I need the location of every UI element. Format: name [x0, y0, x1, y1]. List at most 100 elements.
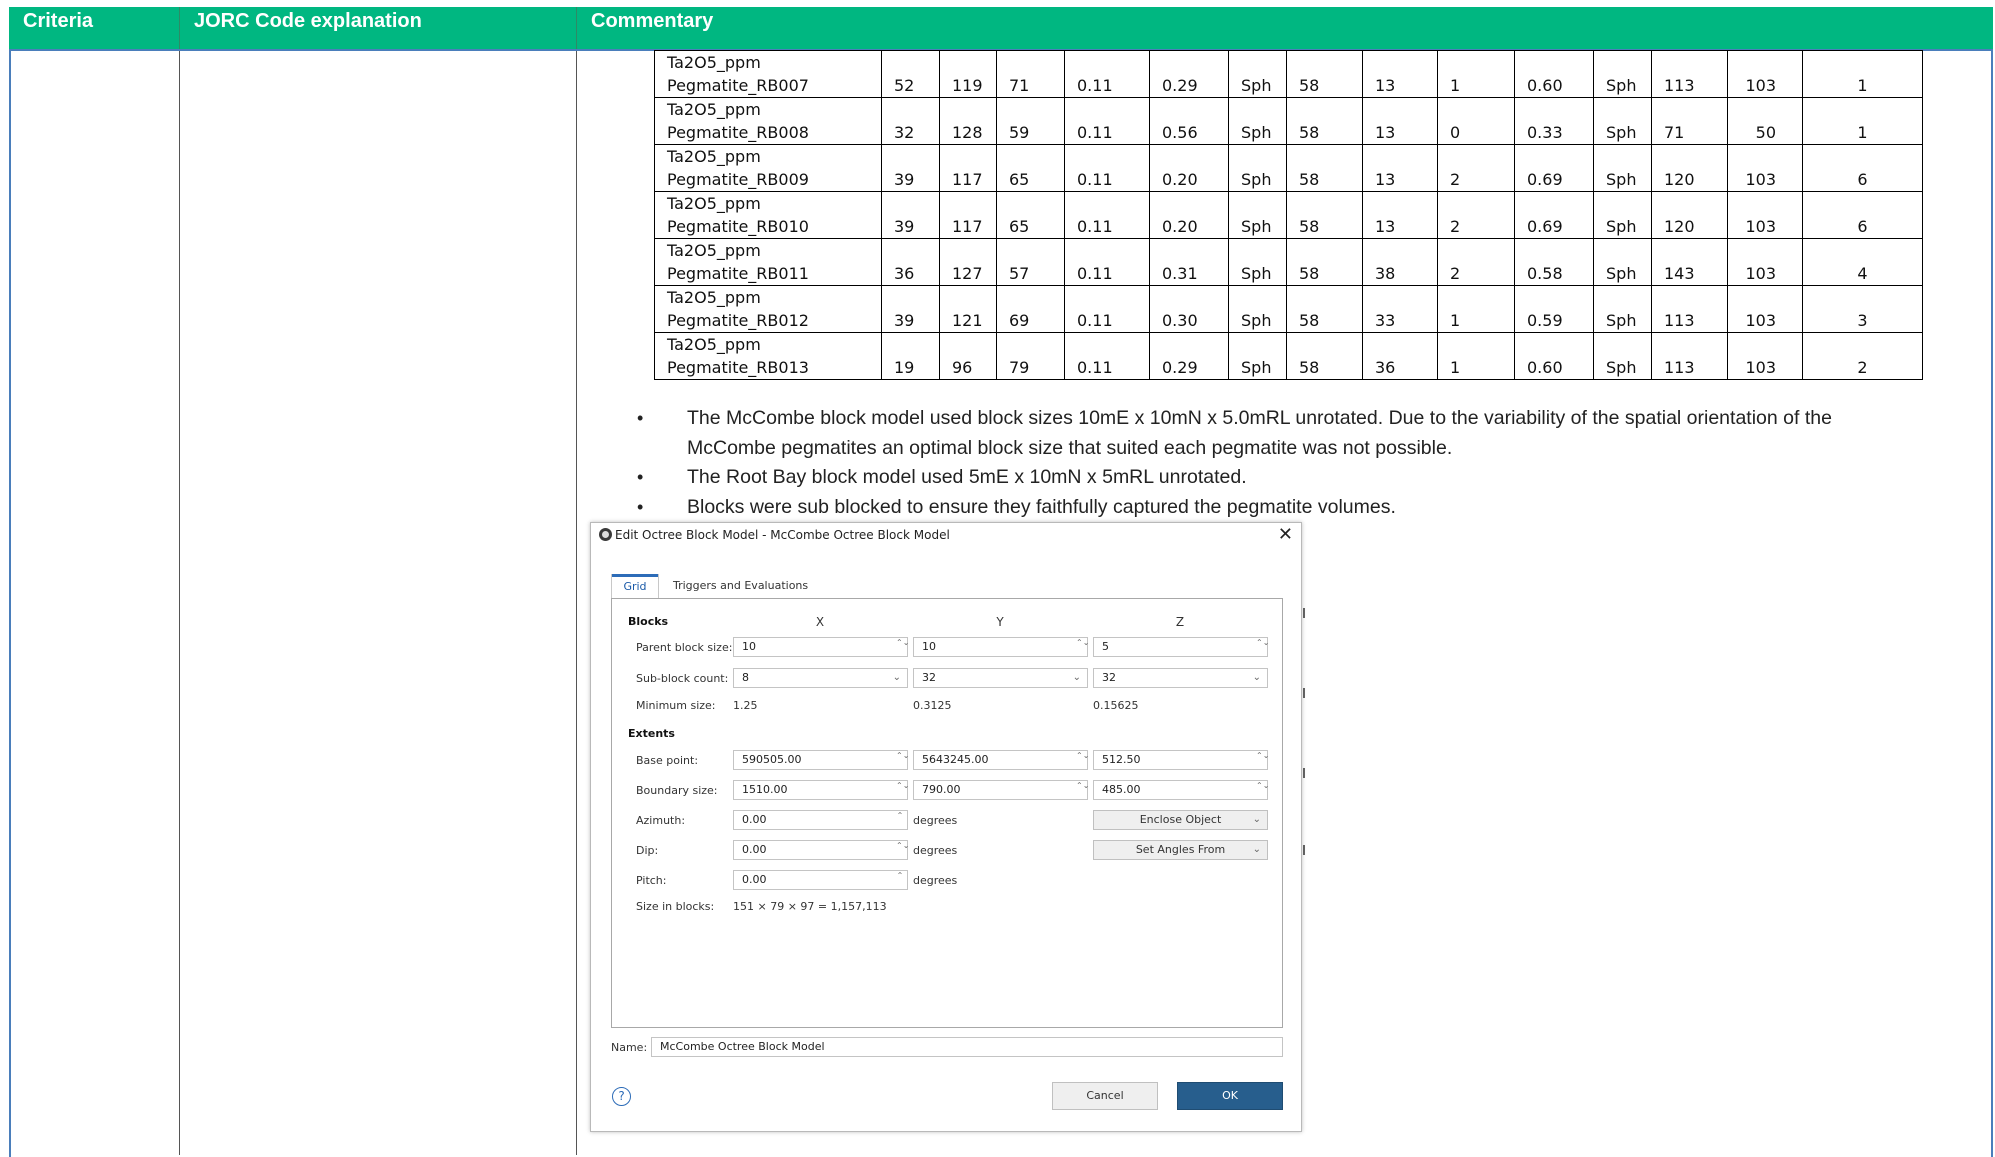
- value: 0.00: [742, 873, 767, 886]
- boundary-size-z[interactable]: 485.00 ⌃⌄: [1093, 780, 1269, 800]
- domain-label: Pegmatite_RB012: [667, 311, 809, 330]
- element-label: Ta2O5_ppm: [667, 53, 761, 72]
- spin-icon[interactable]: ⌃⌄: [1076, 639, 1089, 655]
- tab-grid[interactable]: Grid: [611, 574, 659, 598]
- table-row: Ta2O5_ppm Pegmatite_RB007 52 119 71 0.11 0.29 S…: [654, 50, 1923, 98]
- chevron-down-icon: ⌄: [1252, 844, 1261, 855]
- header-jorc-explanation: JORC Code explanation: [179, 7, 576, 49]
- bullet-text: Blocks were sub blocked to ensure they f…: [687, 495, 1396, 518]
- set-angles-from-button[interactable]: Set Angles From ⌄: [1093, 840, 1268, 860]
- table-cell: 65: [996, 191, 1065, 239]
- table-cell: 0.11: [1064, 97, 1150, 145]
- extents-heading: Extents: [628, 727, 675, 740]
- spin-icon[interactable]: ⌃⌄: [1256, 752, 1269, 768]
- azimuth-label: Azimuth:: [636, 814, 686, 827]
- parent-block-size-x[interactable]: 10 ⌃⌄: [733, 637, 909, 657]
- table-cell: Sph: [1228, 285, 1287, 333]
- table-cell: 103: [1727, 238, 1803, 286]
- table-cell: 121: [939, 285, 997, 333]
- table-cell: 0.31: [1149, 238, 1229, 286]
- azimuth-field[interactable]: 0.00 ⌃: [733, 810, 908, 830]
- sub-block-count-y[interactable]: 32 ⌄: [913, 668, 1088, 688]
- sub-block-count-z[interactable]: 32 ⌄: [1093, 668, 1268, 688]
- table-cell: 113: [1651, 285, 1728, 333]
- value: 5643245.00: [922, 753, 989, 766]
- edit-octree-block-model-dialog: Edit Octree Block Model - McCombe Octree…: [590, 522, 1302, 1132]
- row-name-cell: Ta2O5_ppm Pegmatite_RB008: [654, 97, 882, 145]
- value: 790.00: [922, 783, 961, 796]
- azimuth-degrees: degrees: [913, 814, 958, 827]
- close-icon[interactable]: ✕: [1278, 524, 1293, 545]
- chevron-down-icon[interactable]: ⌄: [893, 669, 901, 687]
- boundary-size-y[interactable]: 790.00 ⌃⌄: [913, 780, 1089, 800]
- table-cell: 0.20: [1149, 144, 1229, 192]
- background-remnant: [1303, 688, 1305, 698]
- value: 485.00: [1102, 783, 1141, 796]
- table-cell: Sph: [1593, 191, 1652, 239]
- table-cell: 4: [1802, 238, 1923, 286]
- table-cell: 39: [881, 285, 940, 333]
- table-cell: 13: [1362, 144, 1438, 192]
- table-row: Ta2O5_ppm Pegmatite_RB010 39 117 65 0.11 0.20 S…: [654, 191, 1923, 239]
- base-point-x[interactable]: 590505.00 ⌃⌄: [733, 750, 909, 770]
- table-cell: 6: [1802, 144, 1923, 192]
- grade-stats-table: Ta2O5_ppm Pegmatite_RB007 52 119 71 0.11 0.29 S…: [654, 50, 1923, 380]
- table-cell: Sph: [1228, 50, 1287, 98]
- spin-icon[interactable]: ⌃⌄: [896, 782, 909, 798]
- table-cell: Sph: [1593, 50, 1652, 98]
- spin-icon[interactable]: ⌃⌄: [1076, 782, 1089, 798]
- spin-icon[interactable]: ⌃⌄: [896, 752, 909, 768]
- label: Set Angles From: [1135, 843, 1226, 856]
- spin-up-icon[interactable]: ⌃: [896, 872, 904, 888]
- pitch-field[interactable]: 0.00 ⌃: [733, 870, 908, 890]
- table-cell: 128: [939, 97, 997, 145]
- list-item: • The McCombe block model used block size…: [637, 404, 1917, 463]
- table-cell: 96: [939, 332, 997, 380]
- minimum-size-z: 0.15625: [1093, 699, 1139, 712]
- table-cell: 36: [1362, 332, 1438, 380]
- spin-icon[interactable]: ⌃⌄: [1076, 752, 1089, 768]
- table-cell: 59: [996, 97, 1065, 145]
- dip-field[interactable]: 0.00 ⌃⌄: [733, 840, 909, 860]
- table-cell: 36: [881, 238, 940, 286]
- spin-icon[interactable]: ⌃⌄: [896, 842, 909, 858]
- boundary-size-x[interactable]: 1510.00 ⌃⌄: [733, 780, 909, 800]
- base-point-y[interactable]: 5643245.00 ⌃⌄: [913, 750, 1089, 770]
- spin-icon[interactable]: ⌃⌄: [1256, 782, 1269, 798]
- help-icon[interactable]: ?: [612, 1087, 631, 1106]
- sub-block-count-x[interactable]: 8 ⌄: [733, 668, 908, 688]
- table-cell: 58: [1286, 97, 1363, 145]
- table-cell: Sph: [1593, 97, 1652, 145]
- size-in-blocks-label: Size in blocks:: [636, 900, 715, 913]
- table-cell: 103: [1727, 144, 1803, 192]
- spin-up-icon[interactable]: ⌃: [896, 812, 904, 828]
- table-cell: 0: [1437, 97, 1515, 145]
- base-point-z[interactable]: 512.50 ⌃⌄: [1093, 750, 1269, 770]
- cancel-button[interactable]: Cancel: [1052, 1082, 1158, 1110]
- table-cell: 1: [1802, 50, 1923, 98]
- parent-block-size-z[interactable]: 5 ⌃⌄: [1093, 637, 1269, 657]
- table-cell: Sph: [1228, 144, 1287, 192]
- table-cell: 127: [939, 238, 997, 286]
- tab-triggers-evaluations[interactable]: Triggers and Evaluations: [663, 574, 818, 598]
- ok-button[interactable]: OK: [1177, 1082, 1283, 1110]
- spin-icon[interactable]: ⌃⌄: [1256, 639, 1269, 655]
- size-in-blocks-value: 151 × 79 × 97 = 1,157,113: [733, 900, 887, 913]
- table-cell: 32: [881, 97, 940, 145]
- value: 32: [922, 671, 936, 684]
- pitch-label: Pitch:: [636, 874, 667, 887]
- row-name-cell: Ta2O5_ppm Pegmatite_RB011: [654, 238, 882, 286]
- chevron-down-icon[interactable]: ⌄: [1253, 669, 1261, 687]
- name-field[interactable]: McCombe Octree Block Model: [651, 1037, 1283, 1057]
- parent-block-size-y[interactable]: 10 ⌃⌄: [913, 637, 1089, 657]
- bullet-text: The McCombe block model used block sizes…: [687, 407, 1832, 459]
- table-cell: Sph: [1593, 144, 1652, 192]
- enclose-object-button[interactable]: Enclose Object ⌄: [1093, 810, 1268, 830]
- spin-icon[interactable]: ⌃⌄: [896, 639, 909, 655]
- header-commentary: Commentary: [576, 7, 1993, 49]
- bullet-icon: •: [637, 408, 644, 428]
- table-cell: 52: [881, 50, 940, 98]
- chevron-down-icon[interactable]: ⌄: [1073, 669, 1081, 687]
- table-cell: Sph: [1228, 238, 1287, 286]
- table-cell: 19: [881, 332, 940, 380]
